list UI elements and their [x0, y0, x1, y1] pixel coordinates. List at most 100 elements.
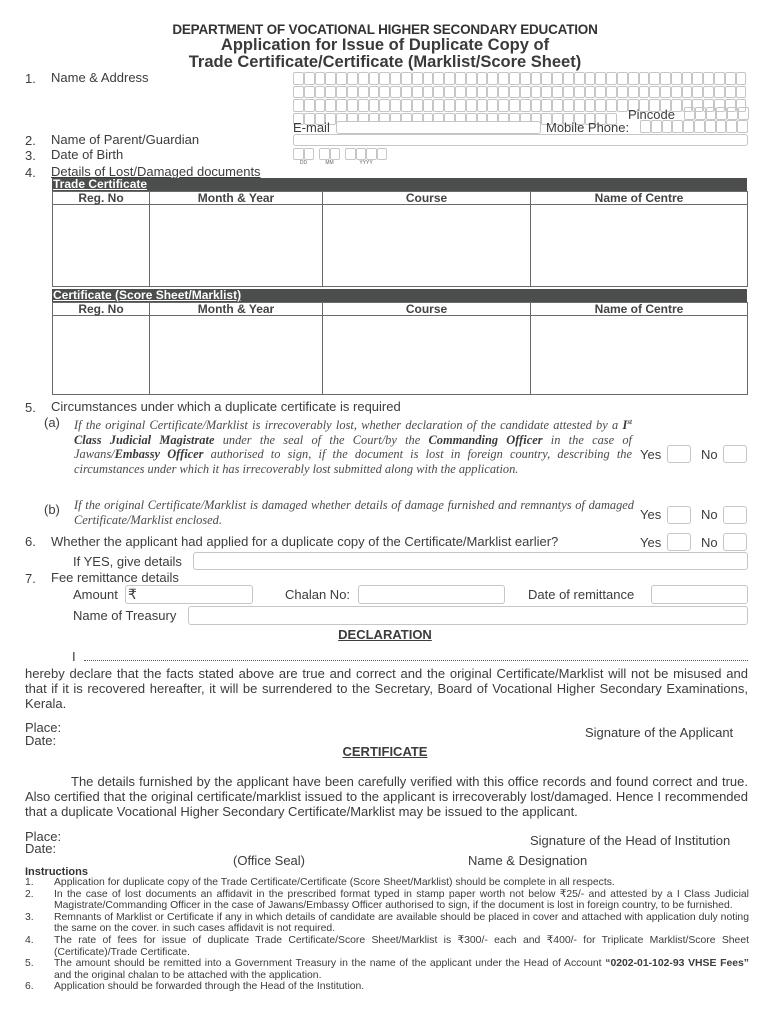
- month-year-cell[interactable]: [149, 315, 323, 395]
- address-char-box[interactable]: [314, 72, 326, 85]
- address-char-box[interactable]: [303, 85, 315, 98]
- address-char-box[interactable]: [433, 99, 445, 112]
- address-char-box[interactable]: [454, 85, 466, 98]
- mobile-char-box[interactable]: [672, 120, 684, 133]
- address-char-box[interactable]: [422, 72, 434, 85]
- address-char-box[interactable]: [595, 85, 607, 98]
- pincode-char-box[interactable]: [716, 107, 728, 120]
- address-char-box[interactable]: [444, 72, 455, 85]
- address-char-box[interactable]: [293, 99, 304, 112]
- mobile-char-box[interactable]: [661, 120, 673, 133]
- address-char-box[interactable]: [562, 72, 574, 85]
- item-a-no-checkbox[interactable]: [723, 445, 747, 463]
- pincode-char-box[interactable]: [684, 107, 695, 120]
- address-char-box[interactable]: [670, 85, 682, 98]
- address-char-box[interactable]: [444, 99, 455, 112]
- address-char-box[interactable]: [606, 99, 617, 112]
- address-char-box[interactable]: [357, 72, 369, 85]
- dob-char-box[interactable]: [293, 148, 304, 160]
- address-char-box[interactable]: [681, 72, 693, 85]
- address-char-box[interactable]: [379, 99, 391, 112]
- address-char-box[interactable]: [627, 85, 639, 98]
- address-char-box[interactable]: [379, 72, 391, 85]
- item-b-yes-checkbox[interactable]: [667, 506, 691, 524]
- address-char-box[interactable]: [390, 72, 401, 85]
- parent-guardian-field[interactable]: [293, 134, 748, 146]
- address-char-box[interactable]: [724, 72, 736, 85]
- dob-char-box[interactable]: [366, 148, 377, 160]
- address-char-box[interactable]: [390, 99, 401, 112]
- address-char-box[interactable]: [400, 99, 412, 112]
- address-char-box[interactable]: [714, 85, 725, 98]
- pincode-char-box[interactable]: [737, 107, 749, 120]
- address-char-box[interactable]: [660, 85, 671, 98]
- item-a-yes-checkbox[interactable]: [667, 445, 691, 463]
- address-char-box[interactable]: [573, 99, 585, 112]
- address-char-box[interactable]: [735, 72, 747, 85]
- address-char-box[interactable]: [411, 72, 423, 85]
- address-char-box[interactable]: [411, 85, 423, 98]
- address-char-box[interactable]: [638, 85, 650, 98]
- address-char-box[interactable]: [325, 72, 337, 85]
- dob-char-box[interactable]: [329, 148, 340, 160]
- address-char-box[interactable]: [660, 72, 671, 85]
- address-char-box[interactable]: [616, 99, 628, 112]
- address-char-box[interactable]: [454, 99, 466, 112]
- mobile-char-box[interactable]: [726, 120, 738, 133]
- address-char-box[interactable]: [595, 99, 607, 112]
- address-char-box[interactable]: [422, 99, 434, 112]
- address-char-box[interactable]: [476, 72, 488, 85]
- address-char-box[interactable]: [303, 72, 315, 85]
- address-char-box[interactable]: [293, 85, 304, 98]
- address-char-box[interactable]: [465, 85, 477, 98]
- address-char-box[interactable]: [616, 72, 628, 85]
- reg-no-cell[interactable]: [52, 204, 150, 287]
- address-char-box[interactable]: [368, 85, 380, 98]
- address-char-box[interactable]: [530, 72, 542, 85]
- address-char-box[interactable]: [508, 72, 520, 85]
- address-char-box[interactable]: [541, 99, 553, 112]
- address-char-box[interactable]: [541, 72, 553, 85]
- dob-char-box[interactable]: [345, 148, 356, 160]
- address-char-box[interactable]: [703, 85, 715, 98]
- address-char-box[interactable]: [584, 72, 596, 85]
- address-char-box[interactable]: [465, 99, 477, 112]
- address-char-box[interactable]: [346, 72, 358, 85]
- address-char-box[interactable]: [714, 72, 725, 85]
- address-char-box[interactable]: [336, 72, 347, 85]
- reg-no-cell[interactable]: [52, 315, 150, 395]
- address-char-box[interactable]: [400, 85, 412, 98]
- pincode-char-box[interactable]: [694, 107, 706, 120]
- pincode-char-box[interactable]: [705, 107, 717, 120]
- address-char-box[interactable]: [498, 99, 509, 112]
- address-char-box[interactable]: [379, 85, 391, 98]
- address-char-box[interactable]: [314, 99, 326, 112]
- address-char-box[interactable]: [530, 99, 542, 112]
- item-b-no-checkbox[interactable]: [723, 506, 747, 524]
- address-char-box[interactable]: [508, 85, 520, 98]
- address-char-box[interactable]: [724, 85, 736, 98]
- address-char-box[interactable]: [552, 72, 563, 85]
- address-char-box[interactable]: [573, 72, 585, 85]
- centre-cell[interactable]: [530, 315, 748, 395]
- address-char-box[interactable]: [649, 72, 661, 85]
- address-char-box[interactable]: [735, 85, 747, 98]
- address-char-box[interactable]: [649, 85, 661, 98]
- address-char-box[interactable]: [357, 99, 369, 112]
- address-char-box[interactable]: [530, 85, 542, 98]
- address-char-box[interactable]: [498, 85, 509, 98]
- address-char-box[interactable]: [487, 85, 499, 98]
- address-char-box[interactable]: [465, 72, 477, 85]
- address-char-box[interactable]: [325, 85, 337, 98]
- if-yes-details-field[interactable]: [193, 552, 748, 570]
- address-char-box[interactable]: [562, 99, 574, 112]
- address-char-box[interactable]: [703, 72, 715, 85]
- earlier-yes-checkbox[interactable]: [667, 533, 691, 551]
- address-char-box[interactable]: [314, 85, 326, 98]
- dob-char-box[interactable]: [355, 148, 366, 160]
- address-char-box[interactable]: [638, 72, 650, 85]
- mobile-char-box[interactable]: [640, 120, 651, 133]
- address-char-box[interactable]: [454, 72, 466, 85]
- address-char-box[interactable]: [595, 72, 607, 85]
- pincode-char-box[interactable]: [727, 107, 738, 120]
